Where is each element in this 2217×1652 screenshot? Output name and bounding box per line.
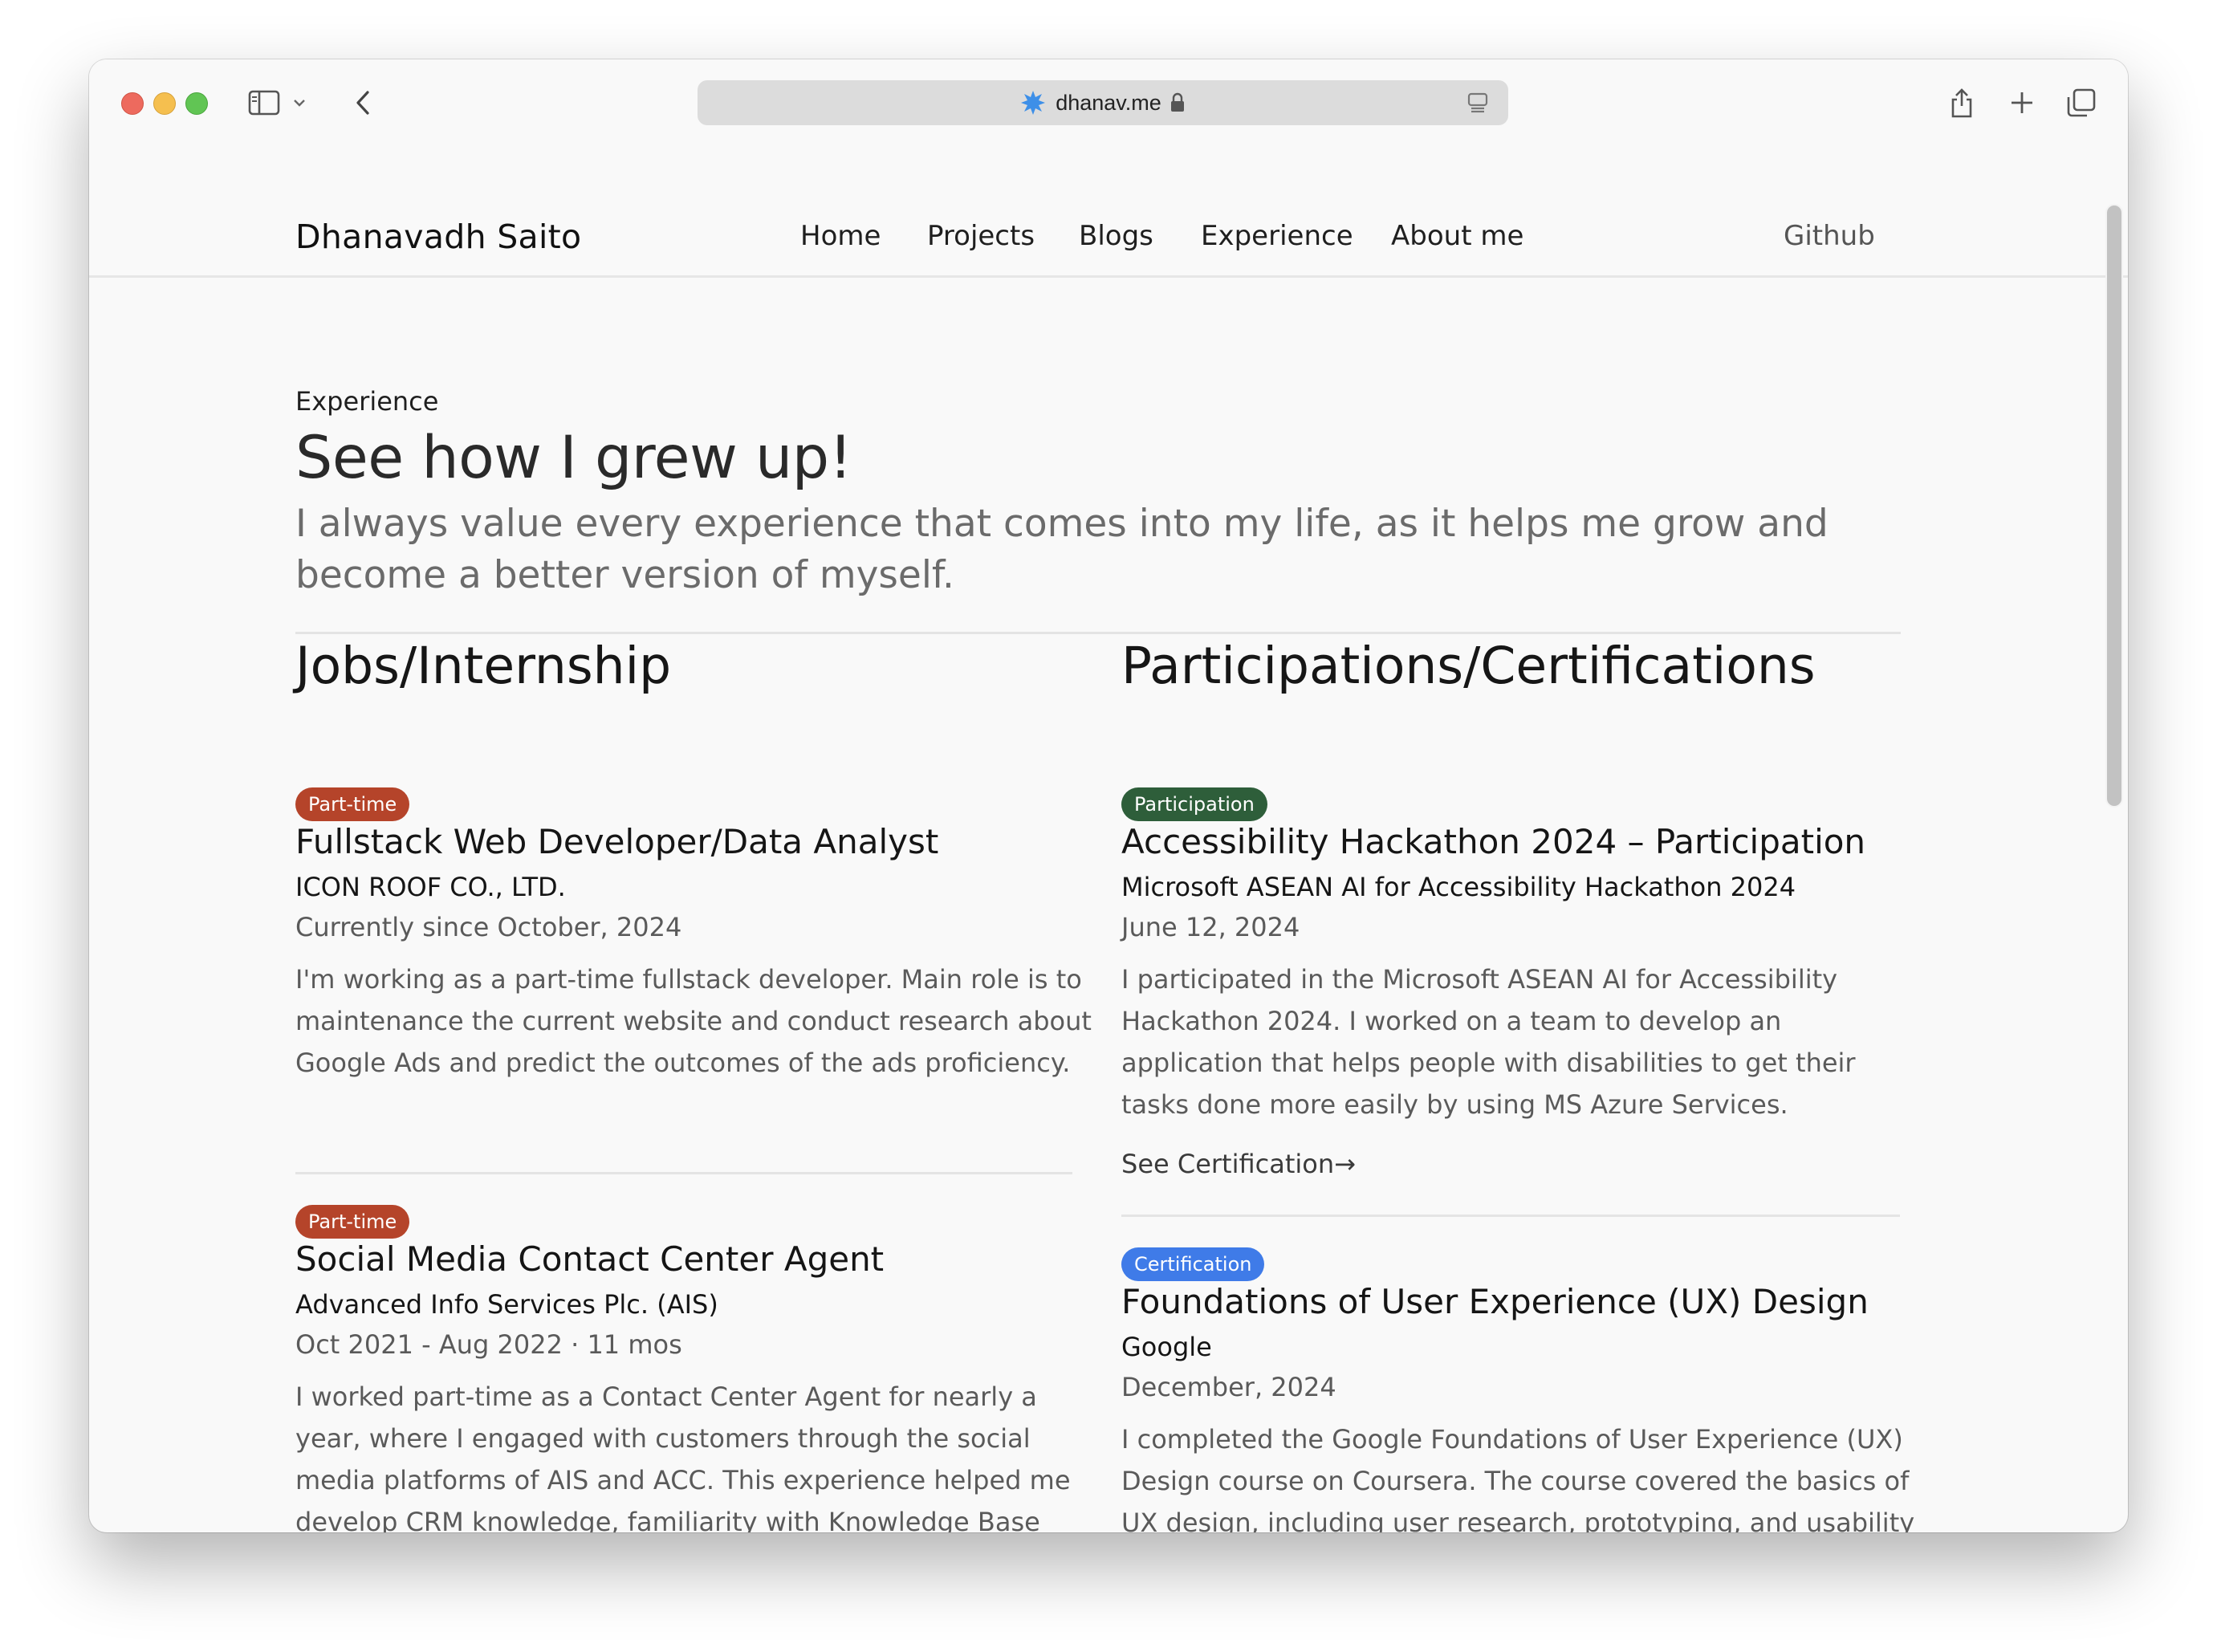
browser-toolbar: dhanav.me xyxy=(89,59,2128,145)
job-1-role: Fullstack Web Developer/Data Analyst xyxy=(295,822,939,861)
lock-icon xyxy=(1170,92,1184,112)
hero-divider xyxy=(295,632,1901,634)
job-2-date: Oct 2021 - Aug 2022 · 11 mos xyxy=(295,1329,682,1360)
certification-1-date: December, 2024 xyxy=(1121,1372,1336,1402)
job-1-description: I'm working as a part-time fullstack dev… xyxy=(295,964,1092,1078)
participations-heading: Participations/Certifications xyxy=(1121,637,1816,695)
job-2-role: Social Media Contact Center Agent xyxy=(295,1239,885,1279)
page-scrollbar[interactable] xyxy=(2101,145,2128,1532)
participation-1-description: I participated in the Microsoft ASEAN AI… xyxy=(1121,964,1856,1120)
nav-experience-link[interactable]: Experience xyxy=(1201,220,1353,252)
participation-divider xyxy=(1121,1215,1900,1217)
minimize-window-button[interactable] xyxy=(153,92,176,115)
page-title: See how I grew up! xyxy=(295,424,852,492)
certification-1-title: Foundations of User Experience (UX) Desi… xyxy=(1121,1282,1869,1321)
github-link[interactable]: Github xyxy=(1784,220,1875,252)
browser-window: dhanav.me Dhanavadh Saito Home Projects … xyxy=(89,59,2128,1532)
main-content: Experience See how I grew up! I always v… xyxy=(89,278,2128,1532)
tab-overview-icon[interactable] xyxy=(2063,84,2100,121)
jobs-heading: Jobs/Internship xyxy=(295,637,672,695)
job-1-type-badge: Part-time xyxy=(295,787,410,821)
zoom-window-button[interactable] xyxy=(185,92,208,115)
reader-mode-icon[interactable] xyxy=(1466,92,1489,114)
site-header: Dhanavadh Saito Home Projects Blogs Expe… xyxy=(89,145,2128,278)
site-favicon-icon xyxy=(1021,91,1046,115)
certification-1-description: I completed the Google Foundations of Us… xyxy=(1121,1424,1915,1532)
section-eyebrow: Experience xyxy=(295,386,439,417)
chevron-down-icon[interactable] xyxy=(288,84,311,121)
job-2-description: I worked part-time as a Contact Center A… xyxy=(295,1381,1071,1532)
job-2-company: Advanced Info Services Plc. (AIS) xyxy=(295,1289,718,1320)
back-icon[interactable] xyxy=(344,84,381,121)
url-text: dhanav.me xyxy=(1056,90,1161,115)
nav-about-link[interactable]: About me xyxy=(1391,220,1523,252)
address-bar[interactable]: dhanav.me xyxy=(698,80,1508,125)
certification-1-issuer: Google xyxy=(1121,1332,1212,1362)
job-2-type-badge: Part-time xyxy=(295,1205,410,1239)
participation-1-date: June 12, 2024 xyxy=(1121,912,1300,942)
page-subtitle: I always value every experience that com… xyxy=(295,502,1829,597)
sidebar-icon[interactable] xyxy=(246,84,283,121)
nav-projects-link[interactable]: Projects xyxy=(927,220,1035,252)
participation-1-title: Accessibility Hackathon 2024 – Participa… xyxy=(1121,822,1866,861)
share-icon[interactable] xyxy=(1943,84,1980,121)
participation-1-organizer: Microsoft ASEAN AI for Accessibility Hac… xyxy=(1121,872,1796,902)
nav-blogs-link[interactable]: Blogs xyxy=(1079,220,1153,252)
see-certification-link[interactable]: See Certification→ xyxy=(1121,1149,1356,1179)
site-brand[interactable]: Dhanavadh Saito xyxy=(295,218,581,256)
certification-1-type-badge: Certification xyxy=(1121,1247,1265,1281)
nav-home-link[interactable]: Home xyxy=(800,220,881,252)
plus-icon[interactable] xyxy=(2003,84,2040,121)
job-1-company: ICON ROOF CO., LTD. xyxy=(295,872,566,902)
job-1-date: Currently since October, 2024 xyxy=(295,912,682,942)
job-divider xyxy=(295,1172,1072,1174)
close-window-button[interactable] xyxy=(121,92,144,115)
scrollbar-thumb[interactable] xyxy=(2105,204,2123,808)
participation-1-type-badge: Participation xyxy=(1121,787,1267,821)
